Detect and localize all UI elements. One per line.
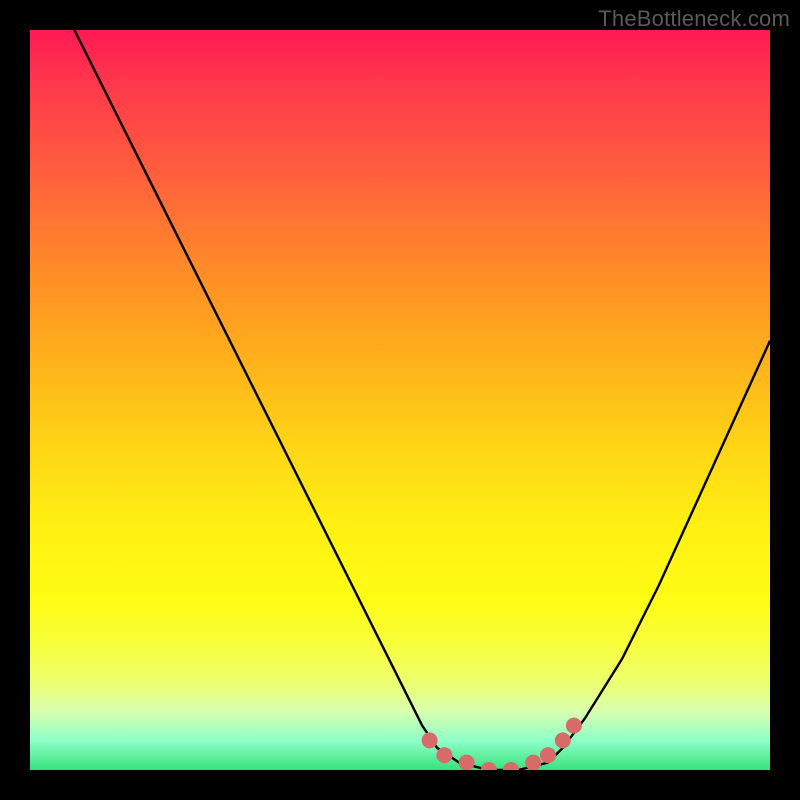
marker-dot: [540, 747, 556, 763]
bottleneck-curve: [74, 30, 770, 770]
marker-dot: [459, 755, 475, 770]
marker-dot: [503, 762, 519, 770]
highlight-markers: [422, 718, 582, 770]
marker-dot: [422, 732, 438, 748]
marker-dot: [555, 732, 571, 748]
marker-dot: [525, 755, 541, 770]
marker-dot: [566, 718, 582, 734]
curve-line: [74, 30, 770, 770]
marker-dot: [481, 762, 497, 770]
chart-frame: TheBottleneck.com: [0, 0, 800, 800]
watermark-label: TheBottleneck.com: [598, 6, 790, 32]
chart-svg: [30, 30, 770, 770]
marker-dot: [436, 747, 452, 763]
plot-area: [30, 30, 770, 770]
